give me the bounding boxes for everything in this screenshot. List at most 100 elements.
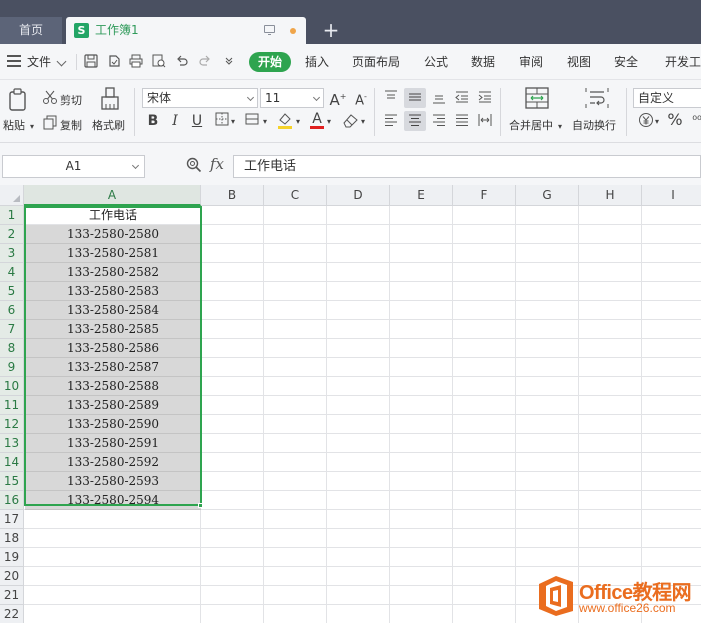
column-header-g[interactable]: G	[516, 185, 579, 206]
chevron-down-icon[interactable]: ▾	[229, 113, 237, 131]
formula-input[interactable]: 工作电话	[233, 155, 701, 178]
column-header-a[interactable]: A	[24, 185, 201, 206]
column-header-d[interactable]: D	[327, 185, 390, 206]
phone-cell[interactable]: 133-2580-2591	[25, 434, 201, 453]
hamburger-icon[interactable]	[7, 55, 21, 67]
menu-developer[interactable]: 开发工	[665, 44, 701, 80]
row-header[interactable]: 6	[0, 301, 24, 320]
name-box[interactable]: A1	[2, 155, 145, 178]
format-painter-button[interactable]: 格式刷	[92, 117, 125, 133]
row-header[interactable]: 21	[0, 586, 24, 605]
zoom-icon[interactable]	[186, 157, 202, 173]
phone-cell[interactable]: 133-2580-2585	[25, 320, 201, 339]
row-header[interactable]: 1	[0, 206, 24, 225]
row-header[interactable]: 14	[0, 453, 24, 472]
row-header[interactable]: 12	[0, 415, 24, 434]
font-size-select[interactable]: 11	[260, 88, 324, 108]
align-middle-icon[interactable]	[406, 89, 424, 107]
phone-cell[interactable]: 133-2580-2592	[25, 453, 201, 472]
wrap-text-button[interactable]: 自动换行	[572, 117, 616, 133]
phone-cell[interactable]: 133-2580-2586	[25, 339, 201, 358]
row-header[interactable]: 18	[0, 529, 24, 548]
phone-cell[interactable]: 133-2580-2593	[25, 472, 201, 491]
phone-cell[interactable]: 133-2580-2583	[25, 282, 201, 301]
decrease-font-icon[interactable]: A-	[352, 88, 370, 108]
export-icon[interactable]	[106, 54, 122, 70]
new-tab-button[interactable]: +	[321, 17, 341, 44]
row-header[interactable]: 11	[0, 396, 24, 415]
row-header[interactable]: 17	[0, 510, 24, 529]
menu-review[interactable]: 审阅	[519, 44, 543, 80]
fill-handle[interactable]	[198, 503, 203, 508]
phone-cell[interactable]: 133-2580-2589	[25, 396, 201, 415]
justify-icon[interactable]	[453, 112, 471, 130]
italic-icon[interactable]: I	[166, 112, 184, 130]
fill-color-icon[interactable]	[276, 111, 294, 129]
row-header[interactable]: 13	[0, 434, 24, 453]
chevron-down-icon[interactable]: ▾	[261, 113, 269, 131]
align-left-icon[interactable]	[382, 112, 400, 130]
column-header-e[interactable]: E	[390, 185, 453, 206]
menu-security[interactable]: 安全	[614, 44, 638, 80]
row-header[interactable]: 22	[0, 605, 24, 623]
decrease-indent-icon[interactable]	[453, 89, 471, 107]
print-icon[interactable]	[128, 54, 144, 70]
menu-page-layout[interactable]: 页面布局	[352, 44, 400, 80]
tab-workbook[interactable]: S 工作簿1	[66, 17, 306, 44]
row-header[interactable]: 4	[0, 263, 24, 282]
header-cell[interactable]: 工作电话	[25, 206, 201, 225]
align-center-icon[interactable]	[406, 112, 424, 130]
cell-style-icon[interactable]	[244, 112, 262, 130]
chevron-down-icon[interactable]: ▾	[653, 113, 661, 131]
align-top-icon[interactable]	[382, 89, 400, 107]
tab-home[interactable]: 首页	[0, 17, 62, 44]
paste-button[interactable]: 粘贴	[3, 117, 25, 133]
menu-formulas[interactable]: 公式	[424, 44, 448, 80]
menu-file[interactable]: 文件	[27, 44, 51, 80]
distributed-align-icon[interactable]	[476, 112, 494, 130]
row-header[interactable]: 3	[0, 244, 24, 263]
copy-icon[interactable]	[41, 114, 59, 132]
chevron-down-icon[interactable]: ▾	[294, 113, 302, 131]
fx-icon[interactable]: fx	[210, 155, 224, 173]
font-color-icon[interactable]: A	[308, 110, 326, 129]
cut-button[interactable]: 剪切	[60, 92, 82, 108]
row-header[interactable]: 5	[0, 282, 24, 301]
font-name-select[interactable]: 宋体	[142, 88, 258, 108]
phone-cell[interactable]: 133-2580-2594	[25, 491, 201, 510]
phone-cell[interactable]: 133-2580-2587	[25, 358, 201, 377]
spreadsheet-grid[interactable]: A B C D E F G H I 1 2 3 4 5 6 7 8 9 10 11 12 13 14 15 16 17 18 19 20…	[0, 185, 701, 623]
column-header-b[interactable]: B	[201, 185, 264, 206]
menu-view[interactable]: 视图	[567, 44, 591, 80]
chevron-down-icon[interactable]: ▾	[325, 113, 333, 131]
row-header[interactable]: 7	[0, 320, 24, 339]
chevron-down-icon[interactable]: ▾	[556, 118, 564, 131]
phone-cell[interactable]: 133-2580-2582	[25, 263, 201, 282]
chevron-down-icon[interactable]	[56, 56, 67, 67]
number-format-select[interactable]: 自定义	[633, 88, 701, 108]
print-preview-icon[interactable]	[151, 54, 167, 70]
redo-icon[interactable]	[197, 54, 213, 70]
row-header[interactable]: 2	[0, 225, 24, 244]
row-header[interactable]: 8	[0, 339, 24, 358]
menu-insert[interactable]: 插入	[305, 44, 329, 80]
column-header-f[interactable]: F	[453, 185, 516, 206]
menu-data[interactable]: 数据	[471, 44, 495, 80]
increase-font-icon[interactable]: A+	[329, 88, 347, 109]
menu-start[interactable]: 开始	[249, 52, 291, 72]
phone-cell[interactable]: 133-2580-2580	[25, 225, 201, 244]
row-header[interactable]: 10	[0, 377, 24, 396]
row-header[interactable]: 19	[0, 548, 24, 567]
comma-style-icon[interactable]: ⁰⁰	[688, 111, 701, 129]
increase-indent-icon[interactable]	[476, 89, 494, 107]
column-header-c[interactable]: C	[264, 185, 327, 206]
phone-cell[interactable]: 133-2580-2588	[25, 377, 201, 396]
chevron-down-icon[interactable]: ▾	[28, 118, 36, 131]
merge-center-icon[interactable]	[524, 86, 550, 112]
row-header[interactable]: 15	[0, 472, 24, 491]
select-all-corner[interactable]	[0, 185, 24, 206]
scissors-icon[interactable]	[41, 89, 59, 107]
phone-cell[interactable]: 133-2580-2590	[25, 415, 201, 434]
column-header-i[interactable]: I	[642, 185, 701, 206]
merge-center-button[interactable]: 合并居中	[509, 117, 553, 133]
